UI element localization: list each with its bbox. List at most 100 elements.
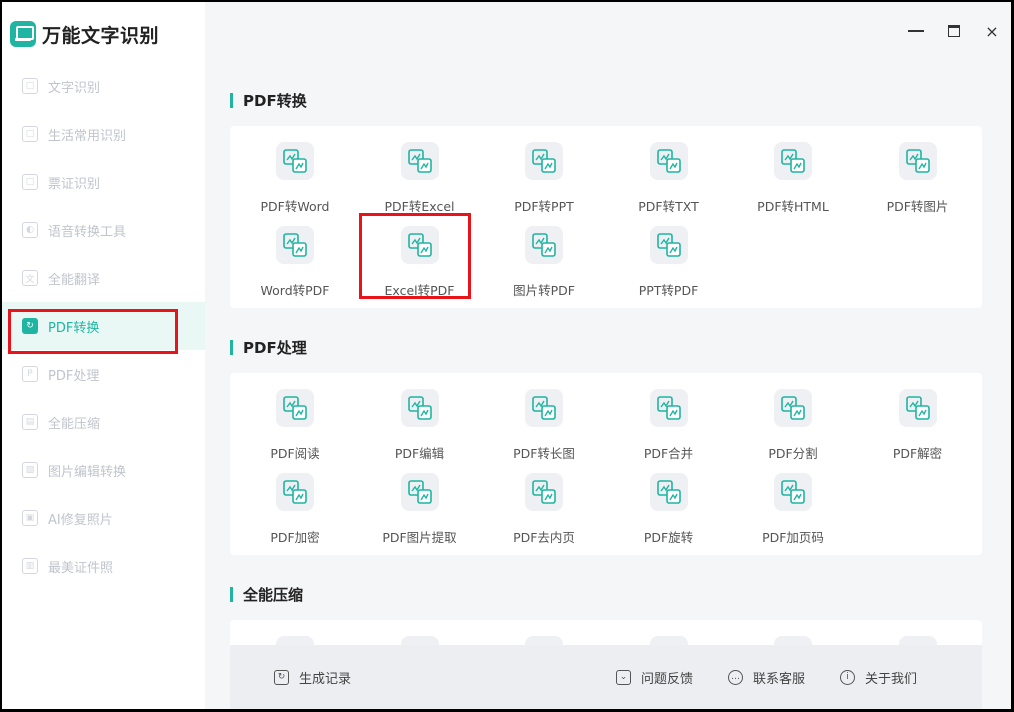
sidebar-item-label: 文字识别 xyxy=(48,80,101,96)
feedback-button[interactable]: ⌄ 问题反馈 xyxy=(616,668,693,687)
sidebar-item-translate[interactable]: 文 全能翻译 xyxy=(2,254,205,302)
app-title: 万能文字识别 xyxy=(42,24,160,47)
id-photo-icon: ▥ xyxy=(22,558,38,574)
sidebar-item-label: 图片编辑转换 xyxy=(48,464,127,480)
tool-label: PDF合并 xyxy=(643,446,694,461)
section-title-text: 全能压缩 xyxy=(243,586,304,604)
maximize-icon xyxy=(948,25,960,37)
sidebar-item-ai-repair[interactable]: ▣ AI修复照片 xyxy=(2,494,205,542)
document-convert-icon xyxy=(525,226,563,264)
close-button[interactable]: × xyxy=(983,21,1001,41)
document-convert-icon xyxy=(525,389,563,427)
document-convert-icon xyxy=(774,473,812,511)
info-icon: i xyxy=(840,669,855,685)
scan-icon: □ xyxy=(22,174,38,190)
image-icon: ▧ xyxy=(22,462,38,478)
tool-button[interactable]: PDF转长图 xyxy=(482,389,606,465)
document-convert-icon xyxy=(400,473,439,511)
section-accent-bar xyxy=(230,93,233,108)
support-button[interactable]: … 联系客服 xyxy=(728,668,805,687)
clipboard-icon: ↻ xyxy=(274,669,289,685)
sidebar-item-image-edit[interactable]: ▧ 图片编辑转换 xyxy=(2,446,205,494)
about-button[interactable]: i 关于我们 xyxy=(840,668,917,687)
tool-label: PDF加页码 xyxy=(762,530,824,545)
tool-label: PDF分割 xyxy=(768,446,818,461)
tool-label: Word转PDF xyxy=(260,283,330,298)
tool-button[interactable]: PDF分割 xyxy=(731,389,855,465)
tool-button[interactable]: PDF加密 xyxy=(233,473,357,549)
tool-button[interactable]: PDF旋转 xyxy=(607,473,731,549)
sidebar: 万能文字识别 □ 文字识别 □ 生活常用识别 □ 票证识别 ◐ 语音转换工具 文… xyxy=(2,2,205,709)
tool-button[interactable]: Excel转PDF xyxy=(358,226,482,302)
document-convert-icon xyxy=(276,226,314,264)
tool-button[interactable]: PDF转HTML xyxy=(731,142,855,218)
tool-button[interactable]: PDF转Word xyxy=(233,142,357,218)
sidebar-item-voice[interactable]: ◐ 语音转换工具 xyxy=(2,206,205,254)
tool-label: PPT转PDF xyxy=(638,283,699,298)
sidebar-item-label: 最美证件照 xyxy=(48,560,114,576)
about-label: 关于我们 xyxy=(865,671,918,687)
sidebar-item-pdf-convert[interactable]: ↻ PDF转换 xyxy=(2,302,205,350)
sidebar-item-life-ocr[interactable]: □ 生活常用识别 xyxy=(2,110,205,158)
app-logo-icon xyxy=(10,21,36,47)
feedback-label: 问题反馈 xyxy=(641,671,694,687)
sidebar-item-label: 语音转换工具 xyxy=(48,224,127,240)
section-title-pdf-convert: PDF转换 xyxy=(230,90,307,111)
maximize-button[interactable] xyxy=(945,22,963,40)
bottom-bar: ↻ 生成记录 ⌄ 问题反馈 … 联系客服 i 关于我们 xyxy=(230,645,982,709)
section-title-compress: 全能压缩 xyxy=(230,584,303,605)
tool-button[interactable]: PDF去内页 xyxy=(482,473,606,549)
tool-label: PDF转Word xyxy=(260,199,330,214)
document-convert-icon xyxy=(276,142,314,180)
tool-button[interactable]: PDF合并 xyxy=(607,389,731,465)
photo-icon: ▣ xyxy=(22,510,38,526)
tool-button[interactable]: PDF转PPT xyxy=(482,142,606,218)
tool-button[interactable]: PDF解密 xyxy=(856,389,980,465)
document-convert-icon xyxy=(400,142,439,180)
support-label: 联系客服 xyxy=(753,671,806,687)
close-icon: × xyxy=(985,21,999,41)
document-convert-icon xyxy=(898,389,937,427)
document-convert-icon xyxy=(649,389,688,427)
tool-button[interactable]: PDF阅读 xyxy=(233,389,357,465)
tool-button[interactable]: Word转PDF xyxy=(233,226,357,302)
document-convert-icon xyxy=(400,389,439,427)
tool-button[interactable]: 图片转PDF xyxy=(482,226,606,302)
tool-button[interactable]: PPT转PDF xyxy=(607,226,731,302)
tool-label: 图片转PDF xyxy=(513,283,575,298)
sidebar-item-label: 票证识别 xyxy=(48,176,101,192)
sidebar-item-pdf-process[interactable]: P PDF处理 xyxy=(2,350,205,398)
history-label: 生成记录 xyxy=(299,671,352,687)
sidebar-item-id-photo[interactable]: ▥ 最美证件照 xyxy=(2,542,205,590)
sidebar-item-label: 生活常用识别 xyxy=(48,128,127,144)
scan-icon: □ xyxy=(22,126,38,142)
document-convert-icon xyxy=(649,142,688,180)
tool-button[interactable]: PDF图片提取 xyxy=(358,473,482,549)
tool-button[interactable]: PDF转TXT xyxy=(607,142,731,218)
translate-icon: 文 xyxy=(22,270,38,286)
sidebar-item-text-ocr[interactable]: □ 文字识别 xyxy=(2,62,205,110)
tool-button[interactable]: PDF转图片 xyxy=(856,142,980,218)
section-accent-bar xyxy=(230,587,233,602)
tool-label: PDF转长图 xyxy=(513,446,575,461)
tool-button[interactable]: PDF转Excel xyxy=(358,142,482,218)
sidebar-item-label: 全能压缩 xyxy=(48,416,101,432)
tool-label: PDF转TXT xyxy=(638,199,699,214)
document-convert-icon xyxy=(898,142,937,180)
feedback-icon: ⌄ xyxy=(616,669,631,685)
document-convert-icon xyxy=(774,142,812,180)
tool-button[interactable]: PDF加页码 xyxy=(731,473,855,549)
document-convert-icon xyxy=(400,226,439,264)
tool-button[interactable]: PDF编辑 xyxy=(358,389,482,465)
document-convert-icon xyxy=(276,389,314,427)
sidebar-item-compress[interactable]: ▤ 全能压缩 xyxy=(2,398,205,446)
pdf-convert-icon: ↻ xyxy=(22,318,38,334)
tool-label: PDF加密 xyxy=(270,530,320,545)
document-convert-icon xyxy=(525,473,563,511)
minimize-button[interactable] xyxy=(907,22,925,40)
sidebar-nav: □ 文字识别 □ 生活常用识别 □ 票证识别 ◐ 语音转换工具 文 全能翻译 ↻… xyxy=(2,62,205,590)
scan-icon: □ xyxy=(22,78,38,94)
sidebar-item-label: PDF处理 xyxy=(48,368,100,384)
sidebar-item-ticket-ocr[interactable]: □ 票证识别 xyxy=(2,158,205,206)
history-button[interactable]: ↻ 生成记录 xyxy=(274,668,351,687)
